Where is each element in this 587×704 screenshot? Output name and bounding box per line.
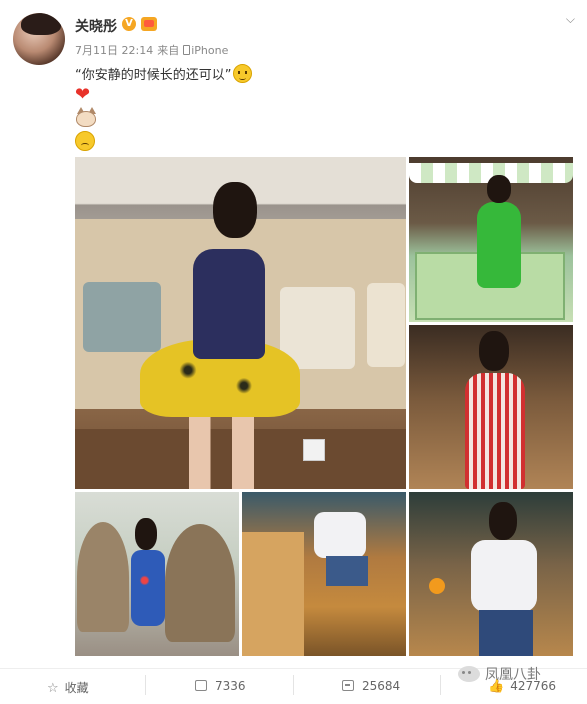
- username[interactable]: 关晓彤: [75, 16, 117, 36]
- watermark: 凤凰八卦: [458, 664, 541, 684]
- vip-crown-icon: [141, 17, 157, 31]
- post-meta: 7月11日 22:14 来自 iPhone: [75, 42, 232, 58]
- verified-badge-icon: V: [122, 17, 136, 31]
- repost-button[interactable]: 7336: [195, 679, 246, 693]
- post-text: “你安静的时候长的还可以”: [75, 64, 253, 83]
- post-text-content: “你安静的时候长的还可以”: [75, 68, 232, 83]
- comment-count: 25684: [362, 679, 401, 693]
- repost-icon: [195, 680, 207, 691]
- cat-face-icon: [75, 107, 97, 127]
- photo-cafe-shorts[interactable]: [242, 492, 406, 656]
- star-icon: ☆: [47, 681, 59, 696]
- repost-count: 7336: [215, 679, 246, 693]
- divider: [440, 675, 441, 695]
- divider: [145, 675, 146, 695]
- photo-cafe-jeans[interactable]: [409, 492, 573, 656]
- heart-icon: ❤: [75, 84, 91, 105]
- photo-yellow-skirt[interactable]: [75, 157, 406, 489]
- source-prefix: 来自: [157, 44, 180, 57]
- watermark-text: 凤凰八卦: [485, 667, 541, 683]
- source-name: iPhone: [191, 44, 229, 57]
- divider: [293, 675, 294, 695]
- wechat-logo-icon: [458, 666, 480, 682]
- photo-green-dress[interactable]: [409, 157, 573, 322]
- comment-icon: [342, 680, 354, 691]
- favorite-label: 收藏: [64, 681, 89, 695]
- favorite-button[interactable]: ☆ 收藏: [47, 679, 89, 696]
- avatar[interactable]: [13, 13, 65, 65]
- smile-emoji-icon: [233, 64, 253, 83]
- post-date[interactable]: 7月11日 22:14: [75, 44, 153, 57]
- photo-striped-dress[interactable]: [409, 325, 573, 489]
- photo-blue-dress[interactable]: [75, 492, 239, 656]
- comment-button[interactable]: 25684: [342, 679, 400, 693]
- phone-icon: [183, 45, 191, 55]
- chevron-down-icon[interactable]: ⌵: [566, 12, 575, 27]
- angry-face-icon: [75, 131, 95, 151]
